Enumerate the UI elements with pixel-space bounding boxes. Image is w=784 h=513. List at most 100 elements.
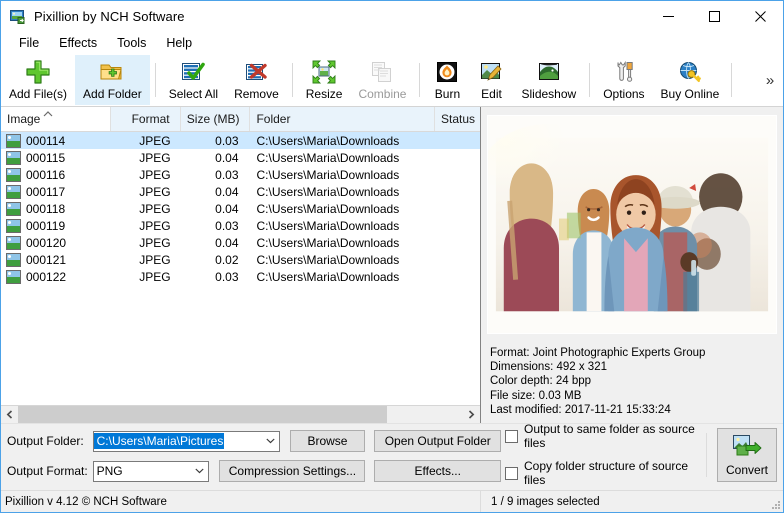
toolbar-separator-3 — [419, 63, 420, 97]
table-row[interactable]: 000114JPEG0.03C:\Users\Maria\Downloads — [1, 132, 480, 149]
resize-icon — [311, 58, 337, 86]
column-header-status-label: Status — [441, 112, 475, 126]
open-output-folder-button[interactable]: Open Output Folder — [374, 430, 501, 452]
toolbar-button-slideshow[interactable]: Slideshow — [513, 55, 584, 105]
toolbar-button-buy-online[interactable]: Buy Online — [653, 55, 728, 105]
checkbox-copy-structure[interactable] — [505, 467, 518, 480]
convert-button[interactable]: Convert — [717, 428, 777, 482]
resize-grip-icon[interactable] — [769, 498, 781, 510]
column-header-format-label: Format — [132, 112, 170, 126]
sort-ascending-icon — [43, 106, 53, 113]
toolbar-button-edit[interactable]: Edit — [469, 55, 513, 105]
pixillion-window: Pixillion by NCH Software File Effects T… — [0, 0, 784, 513]
table-row[interactable]: 000116JPEG0.03C:\Users\Maria\Downloads — [1, 166, 480, 183]
checkbox-row-copy-structure[interactable]: Copy folder structure of source files — [505, 459, 696, 487]
cell-size: 0.04 — [181, 185, 251, 199]
output-settings-left: Output Folder: C:\Users\Maria\Pictures B… — [7, 427, 501, 483]
cell-image-name: 000115 — [26, 151, 65, 165]
cell-folder: C:\Users\Maria\Downloads — [251, 270, 436, 284]
file-list-horizontal-scrollbar[interactable] — [1, 405, 480, 423]
column-header-status[interactable]: Status — [435, 107, 480, 131]
scrollbar-thumb[interactable] — [18, 406, 387, 423]
window-title: Pixillion by NCH Software — [34, 9, 185, 24]
table-row[interactable]: 000120JPEG0.04C:\Users\Maria\Downloads — [1, 234, 480, 251]
cell-format: JPEG — [111, 270, 181, 284]
cell-format: JPEG — [111, 168, 181, 182]
toolbar-overflow-button[interactable]: » — [757, 54, 783, 106]
browse-button[interactable]: Browse — [290, 430, 366, 452]
table-row[interactable]: 000121JPEG0.02C:\Users\Maria\Downloads — [1, 251, 480, 268]
toolbar-button-burn[interactable]: Burn — [425, 55, 469, 105]
toolbar-label-combine: Combine — [358, 87, 406, 101]
column-header-size[interactable]: Size (MB) — [181, 107, 251, 131]
toolbar-label-select-all: Select All — [169, 87, 218, 101]
output-folder-combobox[interactable]: C:\Users\Maria\Pictures — [93, 431, 280, 452]
file-thumbnail-icon — [6, 253, 21, 267]
image-info-panel: Format: Joint Photographic Experts Group… — [487, 344, 777, 417]
toolbar-label-options: Options — [603, 87, 644, 101]
menu-tools[interactable]: Tools — [107, 34, 156, 52]
remove-icon — [243, 58, 269, 86]
cell-size: 0.02 — [181, 253, 251, 267]
scrollbar-track[interactable] — [18, 406, 463, 423]
output-format-value[interactable]: PNG — [94, 464, 192, 478]
cell-image-name: 000116 — [26, 168, 65, 182]
output-format-combobox[interactable]: PNG — [93, 461, 210, 482]
info-dimensions: Dimensions: 492 x 321 — [490, 360, 775, 374]
table-row[interactable]: 000118JPEG0.04C:\Users\Maria\Downloads — [1, 200, 480, 217]
effects-button[interactable]: Effects... — [374, 460, 501, 482]
output-options-group: Output to same folder as source files Co… — [501, 422, 696, 487]
menu-effects[interactable]: Effects — [49, 34, 107, 52]
table-row[interactable]: 000115JPEG0.04C:\Users\Maria\Downloads — [1, 149, 480, 166]
file-list-header: Image Format Size (MB) Folder Status — [1, 107, 480, 132]
menu-help[interactable]: Help — [156, 34, 202, 52]
toolbar-button-select-all[interactable]: Select All — [161, 55, 226, 105]
close-button[interactable] — [737, 1, 783, 32]
menu-file[interactable]: File — [9, 34, 49, 52]
checkbox-row-same-folder[interactable]: Output to same folder as source files — [505, 422, 696, 450]
file-thumbnail-icon — [6, 185, 21, 199]
cell-image: 000119 — [1, 219, 111, 233]
toolbar-button-remove[interactable]: Remove — [226, 55, 287, 105]
toolbar-button-add-folder[interactable]: Add Folder — [75, 55, 150, 105]
maximize-button[interactable] — [691, 1, 737, 32]
cell-format: JPEG — [111, 151, 181, 165]
preview-photo — [488, 116, 776, 333]
column-header-folder[interactable]: Folder — [250, 107, 435, 131]
file-list-body[interactable]: 000114JPEG0.03C:\Users\Maria\Downloads 00… — [1, 132, 480, 405]
output-format-label: Output Format: — [7, 464, 93, 478]
checkbox-same-folder[interactable] — [505, 430, 518, 443]
convert-button-label: Convert — [726, 463, 768, 477]
toolbar-button-add-files[interactable]: Add File(s) — [1, 55, 75, 105]
toolbar-label-burn: Burn — [435, 87, 460, 101]
column-header-format[interactable]: Format — [111, 107, 181, 131]
toolbar-button-resize[interactable]: Resize — [298, 55, 351, 105]
chevron-right-icon[interactable] — [463, 406, 480, 423]
cell-image: 000118 — [1, 202, 111, 216]
chevron-down-icon-format[interactable] — [191, 468, 208, 474]
cell-format: JPEG — [111, 219, 181, 233]
table-row[interactable]: 000117JPEG0.04C:\Users\Maria\Downloads — [1, 183, 480, 200]
cell-size: 0.03 — [181, 168, 251, 182]
bottom-separator — [706, 433, 707, 477]
minimize-button[interactable] — [645, 1, 691, 32]
cell-folder: C:\Users\Maria\Downloads — [251, 134, 436, 148]
toolbar-separator-2 — [292, 63, 293, 97]
toolbar-button-options[interactable]: Options — [595, 55, 652, 105]
cell-image-name: 000121 — [26, 253, 66, 267]
output-format-row: Output Format: PNG Compression Settings.… — [7, 460, 501, 483]
column-header-image[interactable]: Image — [1, 107, 111, 131]
output-folder-value[interactable]: C:\Users\Maria\Pictures — [94, 433, 225, 449]
chevron-left-icon[interactable] — [1, 406, 18, 423]
column-header-size-label: Size (MB) — [187, 112, 240, 126]
cell-image: 000120 — [1, 236, 111, 250]
compression-settings-button[interactable]: Compression Settings... — [219, 460, 365, 482]
image-preview[interactable] — [487, 115, 777, 334]
chevron-down-icon[interactable] — [262, 438, 279, 444]
toolbar-label-edit: Edit — [481, 87, 502, 101]
table-row[interactable]: 000122JPEG0.03C:\Users\Maria\Downloads — [1, 268, 480, 285]
info-color-depth: Color depth: 24 bpp — [490, 374, 775, 388]
table-row[interactable]: 000119JPEG0.03C:\Users\Maria\Downloads — [1, 217, 480, 234]
checkbox-same-folder-label: Output to same folder as source files — [524, 422, 696, 450]
info-format: Format: Joint Photographic Experts Group — [490, 346, 775, 360]
